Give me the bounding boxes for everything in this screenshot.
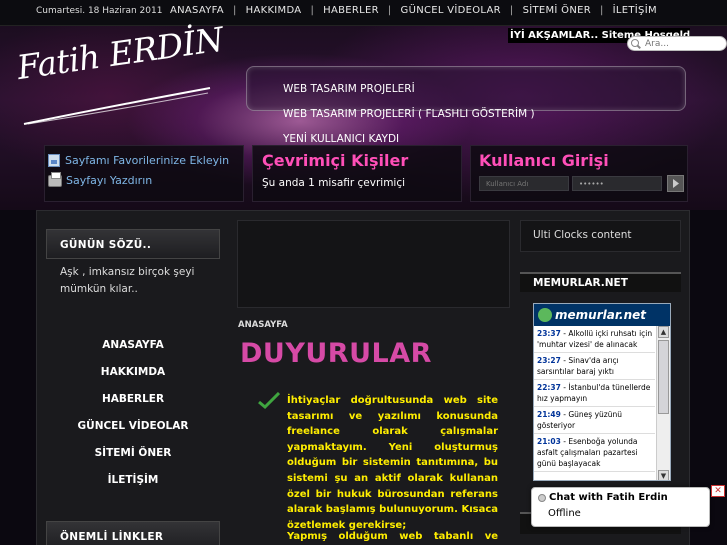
breadcrumb[interactable]: ANASAYFA <box>238 320 288 330</box>
quote-text: Aşk , imkansız birçok şeyi mümkün kılar.… <box>60 266 195 295</box>
login-button[interactable] <box>667 175 684 192</box>
date-text: Cumartesi. 18 Haziran 2011 <box>36 6 163 16</box>
chat-title: Chat with Fatih Erdin <box>549 492 668 503</box>
search-input[interactable] <box>645 38 725 49</box>
search-icon <box>631 38 641 49</box>
password-input[interactable] <box>572 176 662 191</box>
news-item[interactable]: 21:03 - Esenboğa yolunda asfalt çalışmal… <box>534 434 655 472</box>
memurlar-news-widget: memurlar.net 23:37 - Alkollü içki ruhsat… <box>533 303 671 481</box>
sidebar-haberler[interactable]: HABERLER <box>46 393 220 405</box>
close-icon[interactable]: ✕ <box>711 485 725 497</box>
print-page-link[interactable]: Sayfayı Yazdırın <box>48 171 153 187</box>
online-users-text: Şu anda 1 misafir çevrimiçi <box>262 177 406 189</box>
add-favorite-label: Sayfamı Favorilerinize Ekleyin <box>65 154 230 167</box>
checkmark-icon <box>258 392 280 410</box>
printer-icon <box>48 171 62 187</box>
topnav-iletisim[interactable]: İLETİŞİM <box>613 5 657 16</box>
news-item[interactable]: 23:37 - Alkollü içki ruhsatı için 'muhta… <box>534 326 655 353</box>
memurlar-logo[interactable]: memurlar.net <box>534 304 670 326</box>
menu-web-tasarim-flash[interactable]: WEB TASARIM PROJELERİ ( FLASHLI GÖSTERİM… <box>283 108 535 120</box>
announcement-text: İhtiyaçlar doğrultusunda web site tasarı… <box>287 395 498 531</box>
sidebar-iletisim[interactable]: İLETİŞİM <box>46 474 220 486</box>
online-users-title: Çevrimiçi Kişiler <box>262 151 409 170</box>
login-title: Kullanıcı Girişi <box>479 151 609 170</box>
bookmark-icon <box>48 154 60 167</box>
news-item[interactable]: 22:37 - İstanbul'da tünellerde hız yapma… <box>534 380 655 407</box>
sidebar-hakkimda[interactable]: HAKKIMDA <box>46 366 220 378</box>
print-page-label: Sayfayı Yazdırın <box>66 174 153 187</box>
scroll-down-icon[interactable]: ▼ <box>658 470 669 480</box>
news-item[interactable]: 23:27 - Sinav'da arıçı sarsıntılar baraj… <box>534 353 655 380</box>
page-title: DUYURULAR <box>240 338 432 369</box>
topnav-hakkimda[interactable]: HAKKIMDA <box>246 5 302 16</box>
topnav-haberler[interactable]: HABERLER <box>323 5 379 16</box>
sidebar-sitemi-oner[interactable]: SİTEMİ ÖNER <box>46 447 220 459</box>
chat-status: Offline <box>548 508 581 519</box>
quote-title: GÜNÜN SÖZÜ.. <box>46 229 220 259</box>
scroll-up-icon[interactable]: ▲ <box>658 326 669 338</box>
clocks-text: Ulti Clocks content <box>533 229 632 241</box>
topnav-sitemi-oner[interactable]: SİTEMİ ÖNER <box>523 5 591 16</box>
important-links-title: ÖNEMLİ LİNKLER <box>46 521 220 545</box>
menu-web-tasarim[interactable]: WEB TASARIM PROJELERİ <box>283 83 415 95</box>
clocks-box: Ulti Clocks content <box>520 220 681 252</box>
topnav-videolar[interactable]: GÜNCEL VİDEOLAR <box>401 5 501 16</box>
memurlar-title: MEMURLAR.NET <box>520 272 681 292</box>
play-arrow-icon <box>673 179 679 188</box>
sidebar-videolar[interactable]: GÜNCEL VİDEOLAR <box>46 420 220 432</box>
topnav-anasayfa[interactable]: ANASAYFA <box>170 5 224 16</box>
memurlar-logo-text: memurlar.net <box>555 308 647 322</box>
status-icon <box>538 493 546 502</box>
top-nav: ANASAYFA | HAKKIMDA | HABERLER | GÜNCEL VİD… <box>170 5 657 16</box>
username-input[interactable] <box>479 176 569 191</box>
add-favorite-link[interactable]: Sayfamı Favorilerinize Ekleyin <box>48 154 229 167</box>
scroll-thumb[interactable] <box>658 340 669 414</box>
sidebar-anasayfa[interactable]: ANASAYFA <box>46 339 220 351</box>
chat-widget[interactable]: Chat with Fatih Erdin Offline <box>531 487 710 527</box>
news-item[interactable]: 21:49 - Güneş yüzünü gösteriyor <box>534 407 655 434</box>
announcement-text-2: Yapmış olduğum web tabanlı ve <box>287 531 498 542</box>
memurlar-logo-icon <box>538 308 552 322</box>
logo-swoosh <box>23 87 211 125</box>
news-scrollbar[interactable]: ▲ ▼ <box>656 326 670 480</box>
menu-yeni-kullanici[interactable]: YENİ KULLANICI KAYDI <box>283 133 399 145</box>
search-box[interactable] <box>627 36 727 51</box>
banner-placeholder <box>237 220 510 308</box>
